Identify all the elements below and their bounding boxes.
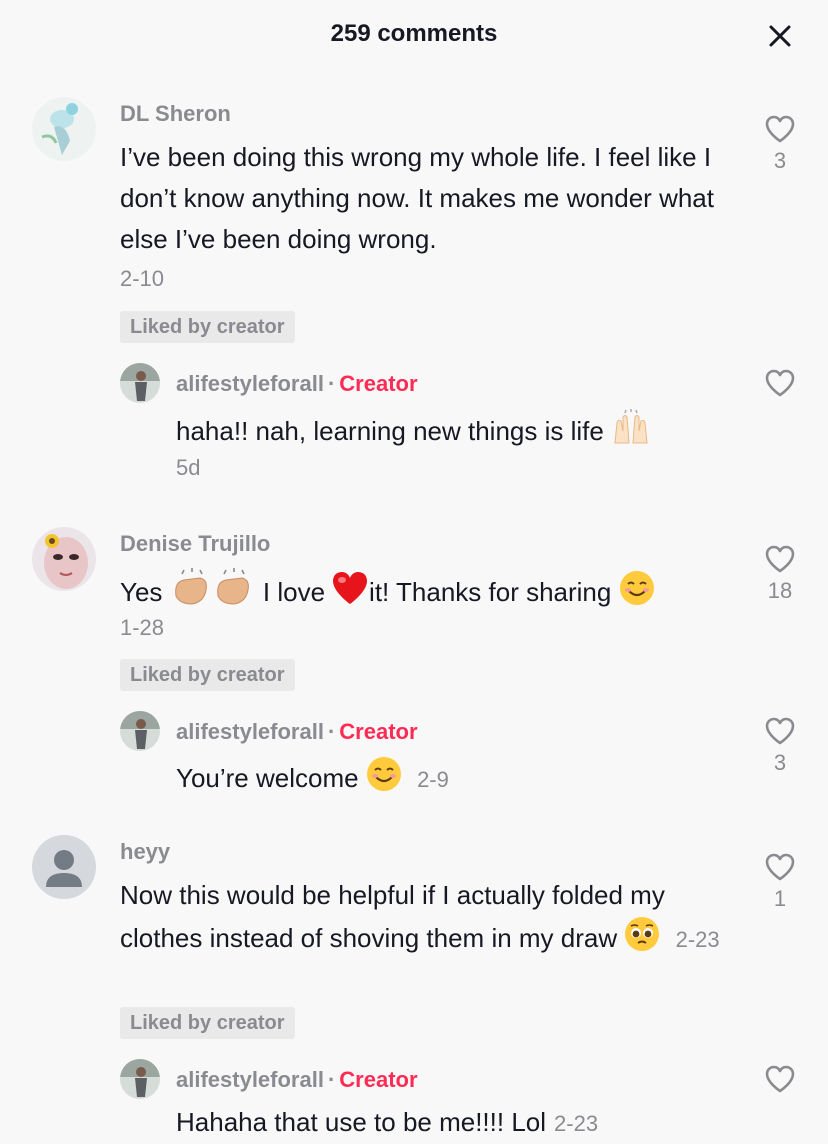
heart-outline-icon [765,717,795,745]
reply-text-line: haha!! nah, learning new things is life [176,409,736,457]
reply-text: Hahaha that use to be me!!!! Lol [176,1107,547,1137]
comments-header: 259 comments [0,0,828,72]
comment-text-part: Yes [120,576,163,607]
comment-text-part: it! Thanks for sharing [369,576,612,607]
like-count: 3 [773,750,787,775]
avatar[interactable] [32,527,96,591]
comment-username[interactable]: heyy [120,839,170,865]
avatar[interactable] [120,1059,160,1099]
avatar[interactable] [32,97,96,161]
comment-date: 2-10 [120,266,165,291]
comment-username[interactable]: DL Sheron [120,101,231,127]
comment-username[interactable]: Denise Trujillo [120,531,270,557]
reply-text-line: You’re welcome 2-9 [176,756,736,804]
avatar[interactable] [120,711,160,751]
avatar[interactable] [32,835,96,899]
heart-outline-icon [765,115,795,143]
red-heart-icon [331,570,369,618]
heart-outline-icon [765,545,795,573]
like-button[interactable]: 3 [758,114,802,174]
like-count: 18 [767,578,793,603]
like-button[interactable] [758,368,802,398]
smiling-face-icon [619,570,655,618]
comments-count-title: 259 comments [330,20,498,47]
like-count: 1 [773,886,787,911]
heart-outline-icon [765,369,795,397]
comment-date: 1-28 [120,615,165,640]
like-button[interactable]: 18 [758,544,802,604]
comment-text-part: I love [262,576,326,607]
clapping-hands-icon [170,568,256,620]
reply-username-line: alifestyleforall · Creator [176,1067,418,1092]
reply-username[interactable]: alifestyleforall [176,371,324,396]
like-button[interactable] [758,1064,802,1094]
reply-date: 2-9 [417,766,449,792]
creator-badge: Creator [339,1067,418,1092]
raising-hands-icon [611,409,651,457]
avatar[interactable] [120,363,160,403]
reply-text: You’re welcome [176,762,359,793]
like-button[interactable]: 1 [758,852,802,912]
close-button[interactable] [762,18,798,54]
liked-by-creator-badge: Liked by creator [120,1007,295,1039]
close-icon [769,25,791,47]
comment-text-line: Now this would be helpful if I actually … [120,875,720,964]
liked-by-creator-badge: Liked by creator [120,659,295,691]
comment-text-line: Yes I love it! Thanks for sharing [120,568,730,620]
liked-by-creator-badge: Liked by creator [120,311,295,343]
like-button[interactable]: 3 [758,716,802,776]
smiling-face-icon [366,756,402,804]
reply-date: 2-23 [554,1111,599,1136]
reply-username[interactable]: alifestyleforall [176,719,324,744]
comment-text: I’ve been doing this wrong my whole life… [120,142,714,254]
reply-username[interactable]: alifestyleforall [176,1067,324,1092]
like-count: 3 [773,148,787,173]
creator-badge: Creator [339,371,418,396]
pleading-face-icon [624,916,660,964]
reply-username-line: alifestyleforall · Creator [176,371,418,396]
creator-badge: Creator [339,719,418,744]
reply-date: 5d [176,455,201,480]
reply-username-line: alifestyleforall · Creator [176,719,418,744]
heart-outline-icon [765,853,795,881]
comment-text: Now this would be helpful if I actually … [120,880,665,953]
heart-outline-icon [765,1065,795,1093]
reply-text: haha!! nah, learning new things is life [176,415,604,446]
comment-date: 2-23 [675,926,720,952]
